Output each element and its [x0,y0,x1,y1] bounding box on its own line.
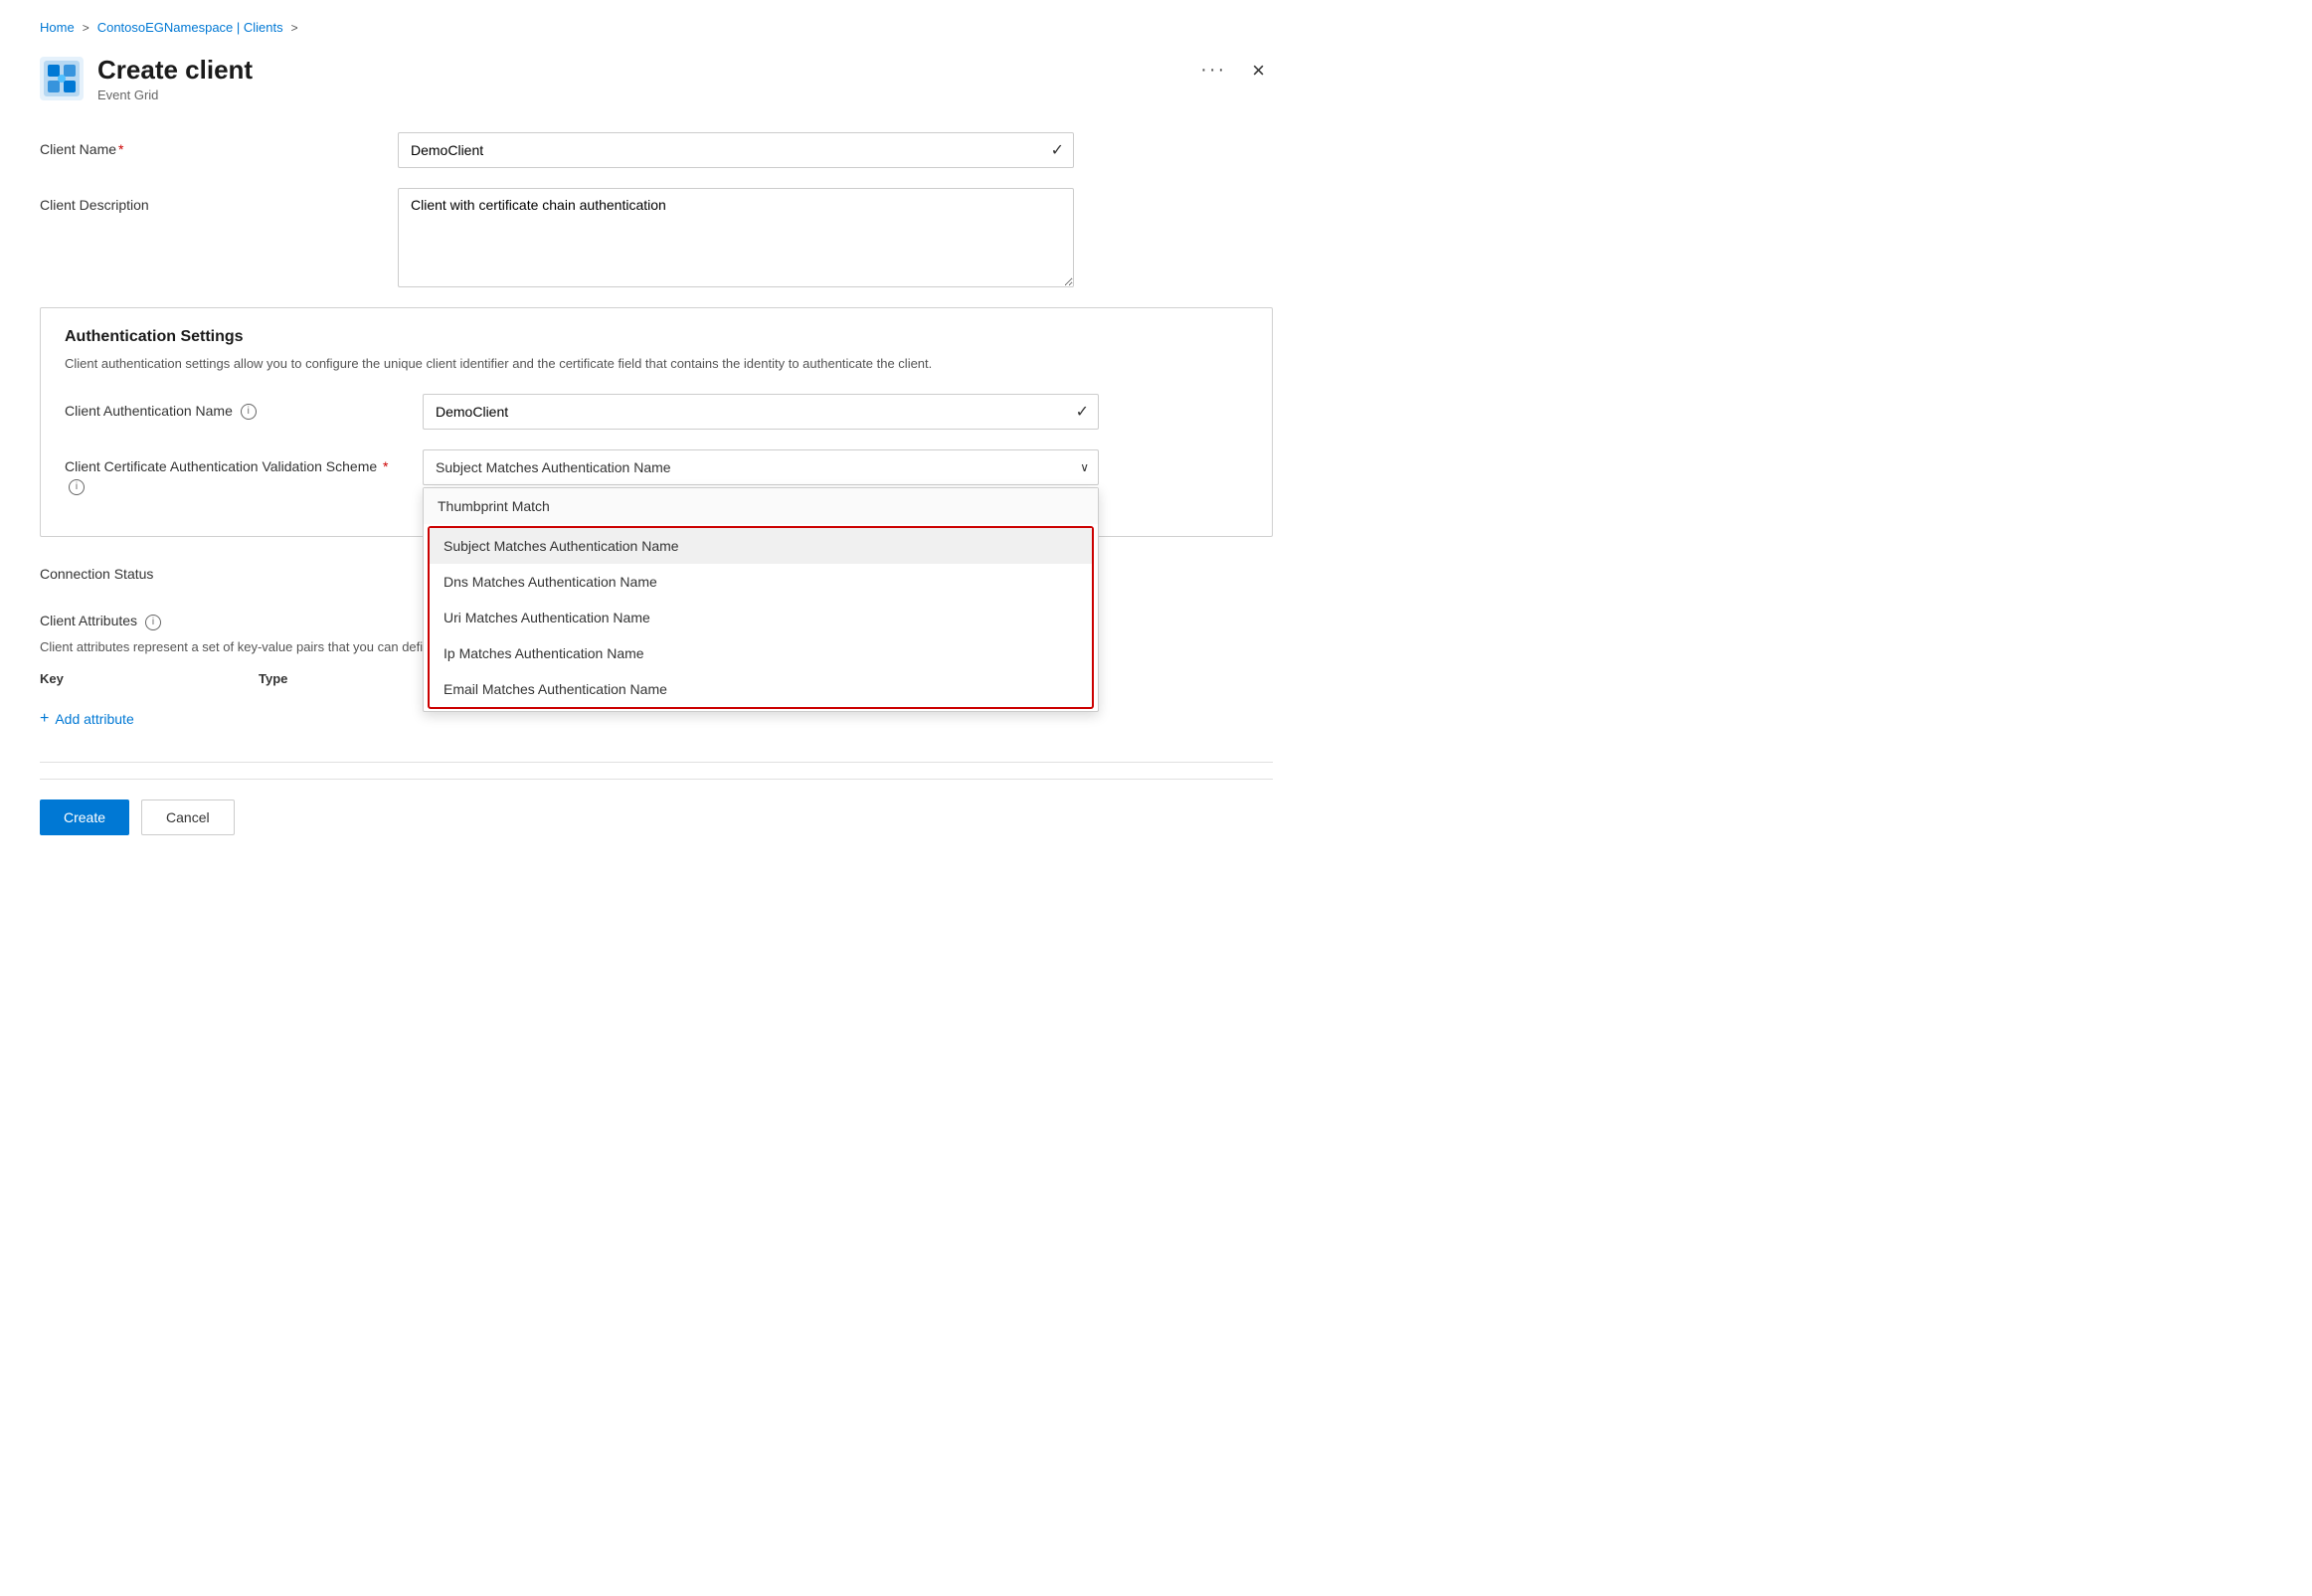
breadcrumb-sep1: > [83,21,89,35]
event-grid-icon [40,57,84,100]
header-title-group: Create client Event Grid [97,55,253,102]
client-attributes-label: Client Attributes i [40,604,378,631]
client-name-label: Client Name* [40,132,378,160]
dropdown-option-uri[interactable]: Uri Matches Authentication Name [430,600,1092,635]
check-icon: ✓ [1051,140,1064,160]
add-attribute-button[interactable]: + Add attribute [40,706,134,732]
breadcrumb-home[interactable]: Home [40,20,75,35]
header-actions: ··· × [1192,55,1273,86]
auth-settings-description: Client authentication settings allow you… [65,354,1248,374]
highlighted-options-group: Subject Matches Authentication Name Dns … [428,526,1094,709]
client-name-row: Client Name* ✓ [40,132,1273,168]
attr-key-header: Key [40,671,239,686]
dropdown-option-ip[interactable]: Ip Matches Authentication Name [430,635,1092,671]
create-button[interactable]: Create [40,799,129,835]
client-description-row: Client Description Client with certifica… [40,188,1273,287]
add-attribute-icon: + [40,710,49,728]
client-name-input-wrapper: ✓ [398,132,1074,168]
breadcrumb-namespace[interactable]: ContosoEGNamespace | Clients [97,20,283,35]
dropdown-option-subject[interactable]: Subject Matches Authentication Name [430,528,1092,564]
validation-scheme-row: Client Certificate Authentication Valida… [65,449,1248,496]
auth-name-check-icon: ✓ [1076,402,1089,422]
page-header: Create client Event Grid ··· × [40,55,1273,102]
auth-name-input-wrapper: ✓ [423,394,1099,430]
validation-scheme-label: Client Certificate Authentication Valida… [65,449,403,496]
client-attributes-info-icon[interactable]: i [145,615,161,630]
auth-name-row: Client Authentication Name i ✓ [65,394,1248,430]
footer-buttons: Create Cancel [40,779,1273,835]
connection-status-label: Connection Status [40,557,378,585]
page-title: Create client [97,55,253,86]
header-left: Create client Event Grid [40,55,253,102]
validation-dropdown-menu: Thumbprint Match Subject Matches Authent… [423,487,1099,712]
validation-scheme-dropdown-wrapper: Subject Matches Authentication Name ∨ Th… [423,449,1099,485]
footer-divider [40,762,1273,763]
dropdown-selected-value: Subject Matches Authentication Name [436,459,671,475]
dropdown-option-email[interactable]: Email Matches Authentication Name [430,671,1092,707]
close-button[interactable]: × [1244,56,1273,86]
auth-name-label: Client Authentication Name i [65,394,403,422]
dropdown-option-thumbprint[interactable]: Thumbprint Match [424,488,1098,524]
cancel-button[interactable]: Cancel [141,799,235,835]
validation-scheme-dropdown[interactable]: Subject Matches Authentication Name [423,449,1099,485]
add-attribute-label: Add attribute [55,711,133,727]
validation-required-star: * [383,458,388,474]
auth-name-input[interactable] [423,394,1099,430]
dropdown-option-dns[interactable]: Dns Matches Authentication Name [430,564,1092,600]
client-description-textarea[interactable]: Client with certificate chain authentica… [398,188,1074,287]
client-name-input[interactable] [398,132,1074,168]
page-subtitle: Event Grid [97,88,253,102]
auth-name-info-icon[interactable]: i [241,404,257,420]
validation-info-icon[interactable]: i [69,479,85,495]
client-description-label: Client Description [40,188,378,216]
auth-settings-title: Authentication Settings [65,328,1248,346]
more-options-button[interactable]: ··· [1192,55,1234,86]
required-indicator: * [118,141,123,157]
breadcrumb-sep2: > [291,21,298,35]
breadcrumb: Home > ContosoEGNamespace | Clients > [40,20,1273,35]
auth-settings-section: Authentication Settings Client authentic… [40,307,1273,537]
